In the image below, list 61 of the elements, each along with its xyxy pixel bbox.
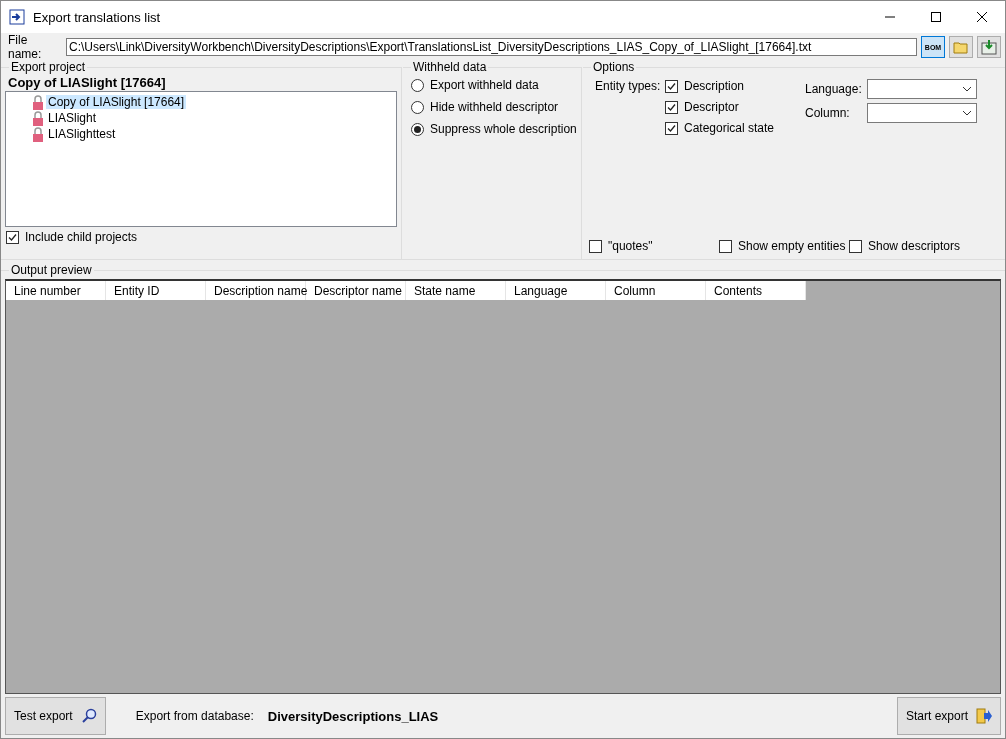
group-label: Withheld data [411,60,489,74]
folder-icon [953,40,969,54]
group-label: Export project [9,60,88,74]
checkbox[interactable] [665,121,678,135]
dropdown[interactable] [867,103,977,123]
save-icon [981,39,997,55]
checkbox[interactable] [589,239,602,253]
window-title: Export translations list [33,9,162,25]
checkbox-label: Categorical state [684,121,775,135]
checkbox-label: Description [684,79,745,93]
close-icon [977,12,987,22]
lock-icon [32,126,44,142]
database-name: DiversityDescriptions_LIAS [267,708,440,724]
magnifier-icon [80,708,97,724]
group-label: Output preview [9,263,94,277]
checkbox[interactable] [665,100,678,114]
checkbox[interactable] [665,79,678,93]
checkbox[interactable] [6,230,19,244]
export-icon [976,708,992,724]
maximize-icon [931,12,941,22]
tree-item[interactable]: LIASlighttest [46,127,118,141]
app-icon [9,9,25,25]
column-header[interactable]: Description name [206,281,306,300]
field-label: Language: [805,82,863,96]
radio-label: Suppress whole description [430,122,577,136]
column-header[interactable]: Column [606,281,706,300]
dropdown[interactable] [867,79,977,99]
lock-icon [32,110,44,126]
group-label: Options [591,60,637,74]
chevron-down-icon [962,86,972,92]
save-button[interactable] [977,36,1001,58]
checkbox[interactable] [719,239,732,253]
checkbox-label: Descriptor [684,100,739,114]
chevron-down-icon [962,110,972,116]
checkbox-label: Show empty entities [738,239,846,253]
column-header[interactable]: Descriptor name [306,281,406,300]
radio-label: Hide withheld descriptor [430,100,559,114]
field-label: File name: [8,33,43,61]
column-header[interactable]: State name [406,281,506,300]
file-path-field[interactable]: C:\Users\Link\DiversityWorkbench\DiversityDescriptions\Export\TranslationsList_DiversityDescriptions_LIAS_Copy_of_LIASlight_[17664].txt [66,38,917,56]
start-export-button[interactable]: Start export [896,697,1001,735]
checkbox[interactable] [849,239,862,253]
checkbox-label: "quotes" [608,239,653,253]
field-label: Column: [805,106,851,120]
project-title: Copy of LIASlight [17664] [7,74,167,91]
field-label: Export from database: [135,709,254,723]
tree-item[interactable]: Copy of LIASlight [17664] [46,95,187,109]
radio-button[interactable] [411,78,424,92]
radio-label: Export withheld data [430,78,539,92]
column-header[interactable]: Language [506,281,606,300]
checkbox-label: Show descriptors [868,239,961,253]
column-header[interactable]: Contents [706,281,806,300]
field-label: Entity types: [595,79,662,95]
tree-item[interactable]: LIASlight [46,111,99,125]
checkbox-label: Include child projects [25,230,138,244]
test-export-button[interactable]: Test export [5,697,106,735]
radio-button[interactable] [411,122,424,136]
column-header[interactable]: Line number [6,281,106,300]
radio-button[interactable] [411,100,424,114]
lock-icon [32,94,44,110]
column-header[interactable]: Entity ID [106,281,206,300]
